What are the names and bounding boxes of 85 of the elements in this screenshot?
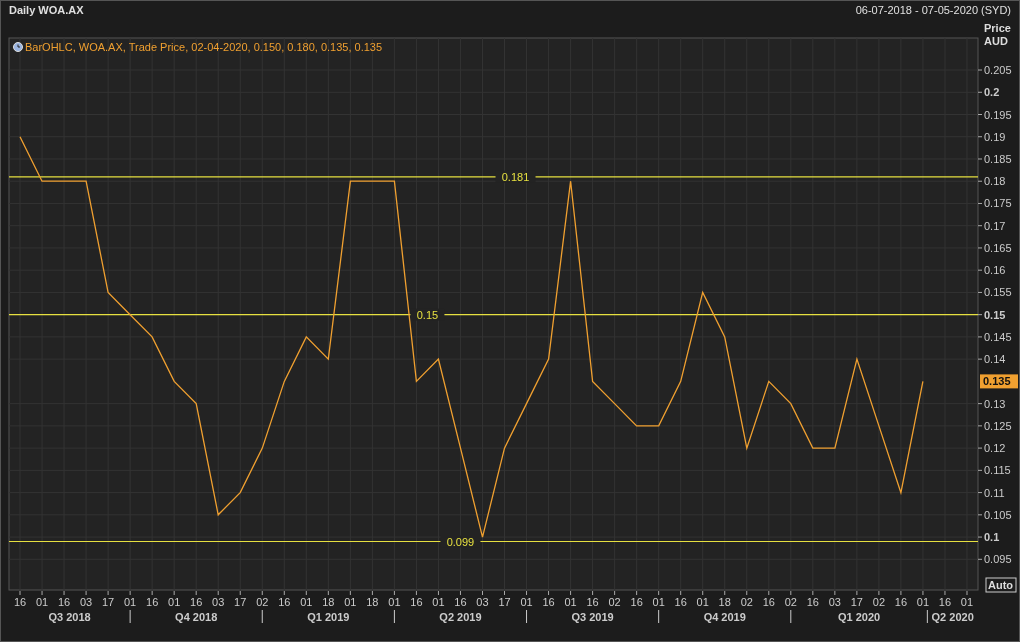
x-axis-label: 16 [938, 596, 952, 608]
x-axis-label: 01 [344, 596, 357, 608]
x-axis-label: 17 [234, 596, 247, 608]
y-axis-label: 0.125 [984, 419, 1012, 432]
y-axis-label: 0.15 [984, 308, 1006, 321]
x-axis-label: 01 [916, 596, 930, 608]
x-axis-label: 16 [146, 596, 159, 608]
y-axis-label: 0.16 [984, 264, 1006, 277]
x-axis-label: 03 [476, 596, 489, 608]
quarter-label: Q3 2019 [571, 611, 614, 623]
x-axis-label: 02 [256, 596, 269, 608]
x-axis-label: 01 [300, 596, 313, 608]
x-axis-label: 16 [894, 596, 908, 608]
x-axis-label: 17 [498, 596, 511, 608]
x-axis-label: 01 [388, 596, 401, 608]
x-axis-label: 02 [740, 596, 753, 608]
x-axis-label: 01 [520, 596, 533, 608]
x-axis-label: 16 [630, 596, 643, 608]
x-axis-label: 01 [960, 596, 974, 608]
y-axis-label: 0.1 [984, 531, 1000, 544]
y-axis-label: 0.155 [984, 286, 1012, 299]
y-axis-label: 0.095 [984, 553, 1012, 566]
quarter-label: Q2 2020 [931, 611, 974, 623]
x-axis-label: 03 [79, 596, 93, 608]
y-axis-label: 0.19 [984, 130, 1006, 143]
y-axis-label: 0.14 [984, 353, 1006, 366]
y-axis-label: 0.115 [984, 464, 1011, 477]
x-axis-label: 18 [718, 596, 731, 608]
y-axis-label: 0.11 [984, 486, 1005, 499]
x-axis-label: 03 [828, 596, 841, 608]
x-axis-label: 16 [586, 596, 599, 608]
axis-unit: AUD [984, 35, 1008, 47]
x-axis-label: 16 [542, 596, 555, 608]
x-axis-label: 16 [806, 596, 819, 608]
quarter-label: Q1 2020 [838, 611, 881, 623]
x-axis-label: 01 [124, 596, 137, 608]
x-axis-label: 02 [872, 596, 885, 608]
x-axis-label: 16 [13, 596, 27, 608]
y-axis-label: 0.12 [984, 442, 1006, 455]
y-axis-label: 0.195 [984, 108, 1012, 121]
x-axis-label: 02 [608, 596, 621, 608]
x-axis-label: 16 [762, 596, 775, 608]
x-axis-label: 16 [674, 596, 687, 608]
last-price-badge: 0.135 [980, 374, 1018, 389]
chart-title: Daily WOA.AX [9, 3, 84, 19]
ref-line-label: 0.181 [501, 170, 530, 183]
x-axis-label: 01 [564, 596, 577, 608]
y-axis-label: 0.13 [984, 397, 1006, 410]
y-axis-label: 0.185 [984, 153, 1012, 165]
auto-button[interactable]: Auto [985, 577, 1017, 593]
quarter-label: Q4 2018 [175, 611, 218, 623]
x-axis-label: 01 [652, 596, 665, 608]
y-axis-label: 0.17 [984, 219, 1006, 232]
y-axis-label: 0.175 [984, 197, 1012, 210]
y-axis-label: 0.2 [984, 86, 1000, 99]
x-axis-label: 01 [168, 596, 181, 608]
x-axis-label: 01 [696, 596, 709, 608]
x-axis-label: 18 [366, 596, 379, 608]
quarter-label: Q4 2019 [703, 611, 746, 623]
y-axis-label: 0.205 [984, 64, 1012, 77]
x-axis-label: 16 [278, 596, 291, 608]
x-axis-label: 17 [850, 596, 863, 608]
x-axis-label: 03 [212, 596, 225, 608]
y-axis-label: 0.105 [984, 508, 1012, 521]
x-axis-label: 16 [190, 596, 203, 608]
legend-clock-icon [13, 42, 23, 52]
axis-title: Price [984, 22, 1011, 34]
quarter-label: Q1 2019 [307, 611, 350, 623]
ref-line-label: 0.099 [446, 535, 475, 548]
y-axis-label: 0.165 [984, 241, 1012, 254]
date-range: 06-07-2018 - 07-05-2020 (SYD) [855, 3, 1011, 19]
quarter-label: Q3 2018 [48, 611, 91, 623]
x-axis-label: 16 [57, 596, 71, 608]
y-axis-label: 0.145 [984, 330, 1012, 343]
quarter-label: Q2 2019 [439, 611, 482, 623]
y-axis-label: 0.18 [984, 175, 1006, 188]
ref-line-label: 0.15 [416, 308, 439, 321]
x-axis-label: 01 [432, 596, 445, 608]
x-axis-label: 17 [102, 596, 115, 608]
x-axis-label: 01 [35, 596, 49, 608]
legend-text: BarOHLC, WOA.AX, Trade Price, 02-04-2020, 0.150, 0.180, 0.135, 0.135 [25, 41, 383, 53]
x-axis-label: 02 [784, 596, 797, 608]
x-axis-label: 16 [410, 596, 423, 608]
x-axis-label: 18 [322, 596, 335, 608]
x-axis-label: 16 [454, 596, 467, 608]
